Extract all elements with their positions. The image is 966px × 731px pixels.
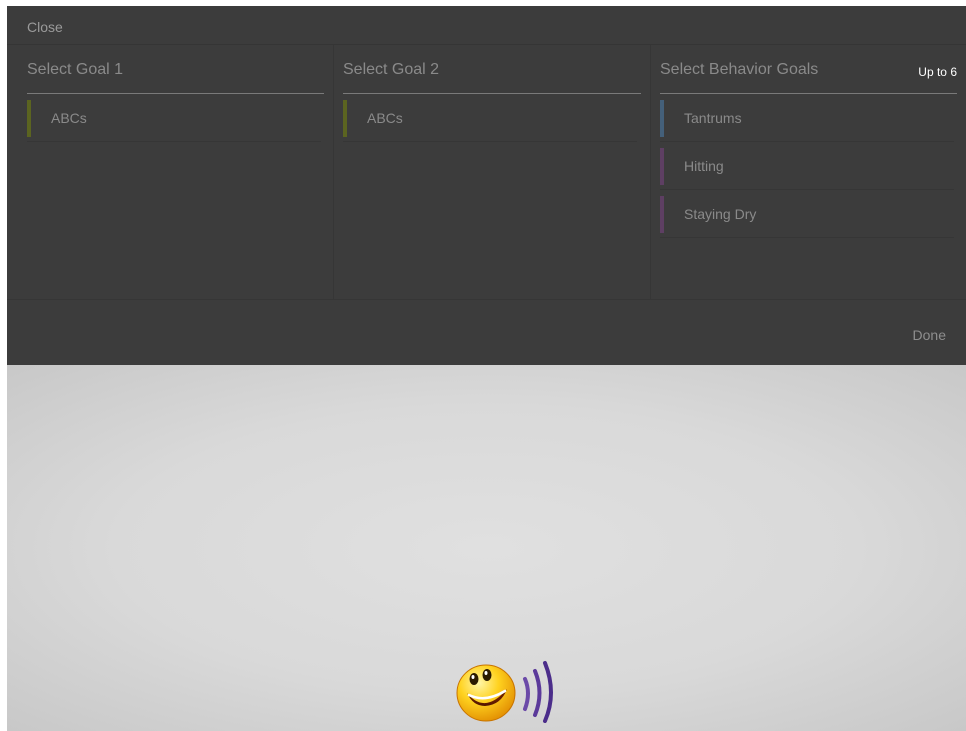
done-button[interactable]: Done — [913, 327, 946, 343]
close-button[interactable]: Close — [27, 19, 63, 35]
goal-1-column: Select Goal 1 ABCs — [7, 45, 334, 299]
goal-1-item-abcs[interactable]: ABCs — [27, 94, 321, 142]
panel-bottom-bar: Done — [7, 299, 966, 366]
goal-color-bar — [660, 148, 664, 185]
goal-columns: Select Goal 1 ABCs Select Goal 2 ABCs Se… — [7, 45, 966, 299]
goal-2-list: ABCs — [343, 94, 637, 142]
goal-item-label: ABCs — [367, 110, 403, 126]
app-frame: Close Select Goal 1 ABCs Select Goal 2 A… — [7, 6, 966, 731]
goal-1-list: ABCs — [27, 94, 321, 142]
smiley-speaker-icon[interactable] — [455, 651, 565, 723]
panel-top-bar: Close — [7, 6, 966, 45]
behavior-item-hitting[interactable]: Hitting — [660, 142, 954, 190]
main-canvas — [7, 365, 966, 731]
goal-2-title: Select Goal 2 — [343, 61, 440, 78]
goal-color-bar — [343, 100, 347, 137]
behavior-goals-list: Tantrums Hitting Staying Dry — [660, 94, 954, 238]
goal-2-column: Select Goal 2 ABCs — [334, 45, 651, 299]
behavior-item-staying-dry[interactable]: Staying Dry — [660, 190, 954, 238]
goal-2-item-abcs[interactable]: ABCs — [343, 94, 637, 142]
behavior-goals-header: Select Behavior Goals Up to 6 — [660, 45, 957, 94]
goal-1-title: Select Goal 1 — [27, 61, 124, 78]
behavior-goals-limit: Up to 6 — [918, 65, 957, 79]
goal-2-header: Select Goal 2 — [343, 45, 641, 94]
goal-color-bar — [660, 196, 664, 233]
behavior-goals-title: Select Behavior Goals — [660, 61, 819, 78]
goal-color-bar — [27, 100, 31, 137]
goal-color-bar — [660, 100, 664, 137]
behavior-item-tantrums[interactable]: Tantrums — [660, 94, 954, 142]
behavior-goals-column: Select Behavior Goals Up to 6 Tantrums H… — [651, 45, 966, 299]
goal-item-label: ABCs — [51, 110, 87, 126]
goal-item-label: Staying Dry — [684, 206, 757, 222]
goal-item-label: Hitting — [684, 158, 724, 174]
goal-selection-panel: Close Select Goal 1 ABCs Select Goal 2 A… — [7, 6, 966, 365]
goal-1-header: Select Goal 1 — [27, 45, 324, 94]
goal-item-label: Tantrums — [684, 110, 742, 126]
